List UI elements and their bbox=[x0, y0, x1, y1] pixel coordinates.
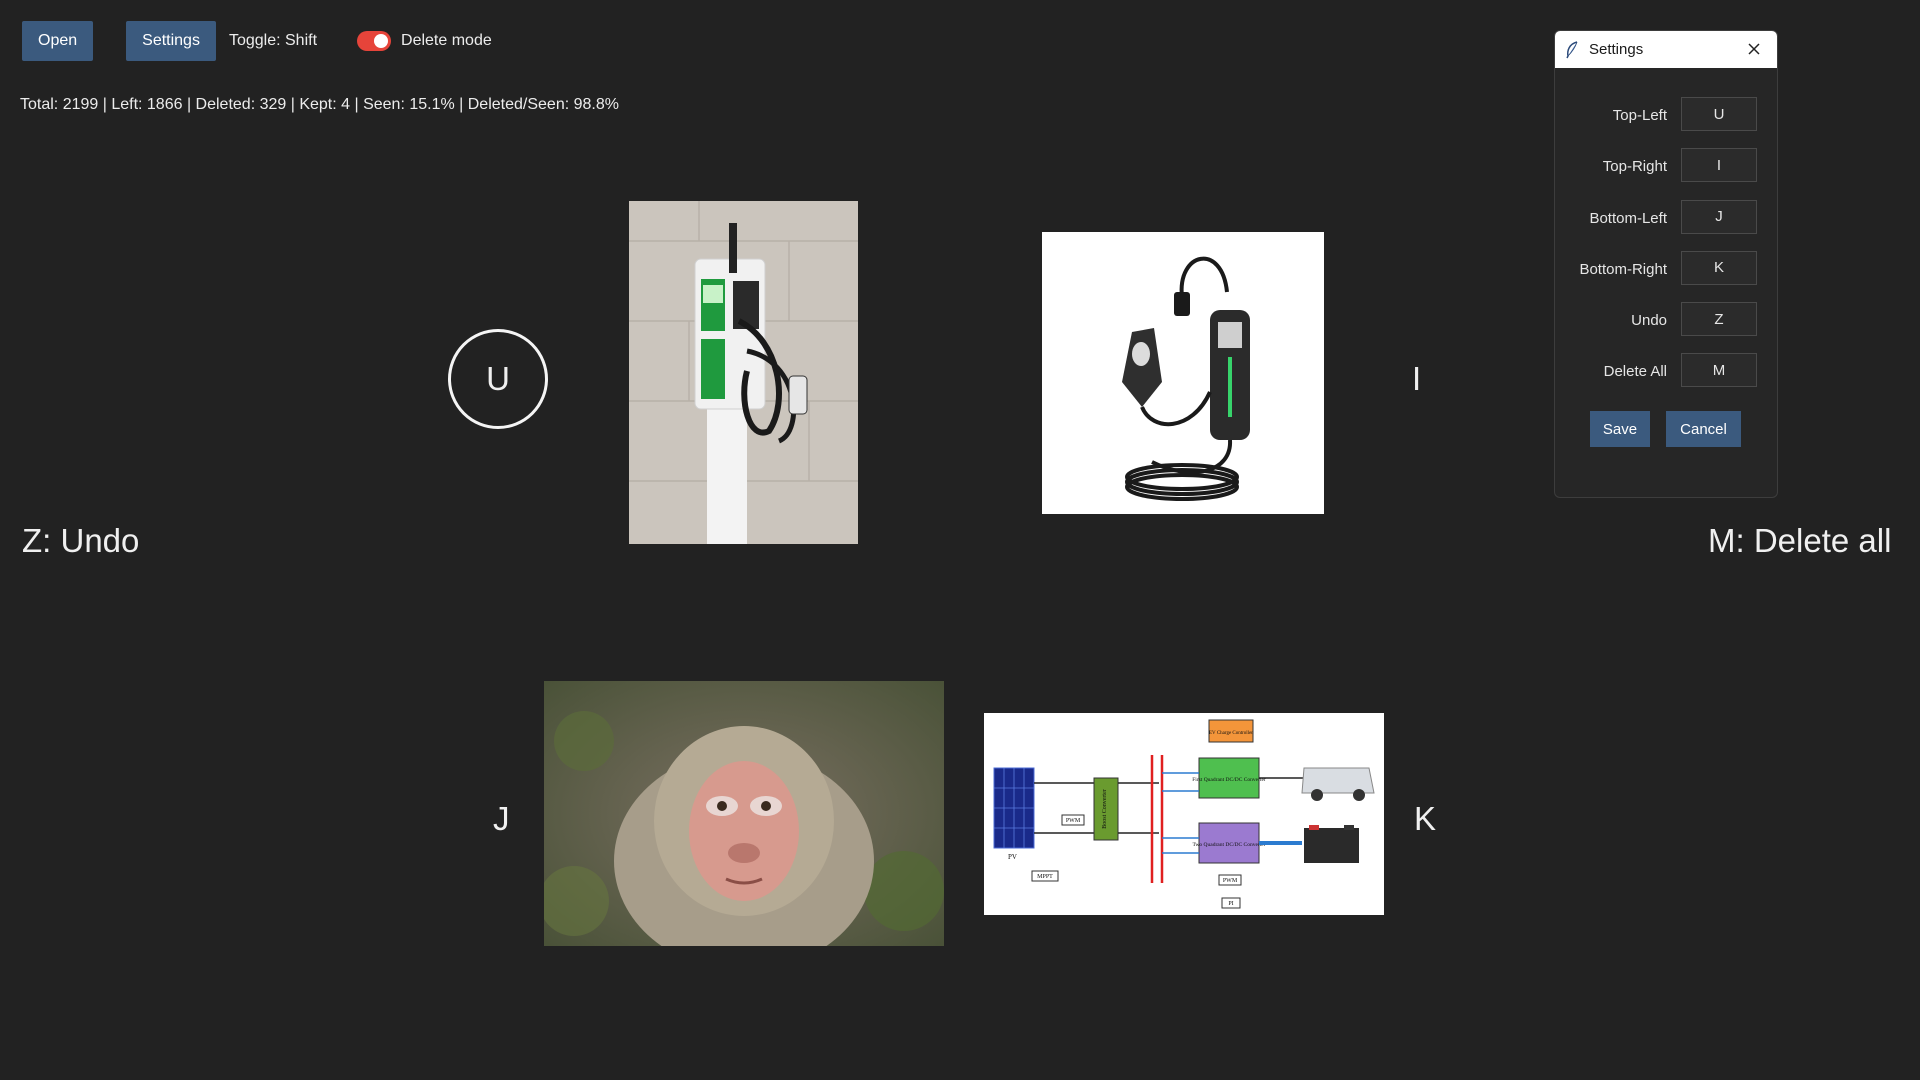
mppt-label: MPPT bbox=[1037, 874, 1053, 880]
settings-dialog: Settings Top-Left Top-Right Bottom-Left … bbox=[1554, 30, 1778, 498]
ev-station-illustration bbox=[629, 201, 858, 544]
top-right-image[interactable] bbox=[1042, 232, 1324, 514]
top-left-key-highlight: U bbox=[448, 329, 548, 429]
keybinding-label: Delete All bbox=[1603, 363, 1667, 381]
delete-all-hint: M: Delete all bbox=[1708, 522, 1892, 559]
feather-icon bbox=[1566, 40, 1578, 58]
pwm-label-right: PWM bbox=[1223, 878, 1238, 884]
pi-label: PI bbox=[1228, 901, 1233, 907]
keybinding-row-bottom-left: Bottom-Left bbox=[1555, 199, 1777, 251]
delete-mode-switch[interactable] bbox=[357, 31, 392, 51]
top-left-key-field[interactable] bbox=[1681, 97, 1757, 131]
open-button[interactable]: Open bbox=[22, 21, 94, 61]
keybinding-row-delete-all: Delete All bbox=[1555, 353, 1777, 404]
cancel-button[interactable]: Cancel bbox=[1666, 411, 1741, 447]
keybinding-label: Top-Right bbox=[1602, 158, 1667, 176]
bottom-left-key-label: J bbox=[493, 800, 510, 837]
keybinding-label: Bottom-Right bbox=[1579, 260, 1667, 278]
keybinding-label: Undo bbox=[1631, 312, 1667, 330]
settings-button[interactable]: Settings bbox=[126, 21, 216, 61]
keybinding-row-undo: Undo bbox=[1555, 302, 1777, 353]
bottom-left-key-field[interactable] bbox=[1681, 199, 1757, 234]
first-quadrant-label: First Quadrant DC/DC Converter bbox=[1192, 777, 1266, 783]
bottom-right-image[interactable]: PV Boost Converter PWM MPPT First Quadra… bbox=[984, 713, 1384, 915]
portable-charger-illustration bbox=[1042, 232, 1324, 514]
toggle-hint: Toggle: Shift bbox=[228, 32, 318, 49]
dialog-titlebar[interactable]: Settings bbox=[1555, 31, 1777, 68]
boost-converter-label: Boost Converter bbox=[1102, 789, 1108, 829]
bottom-left-image[interactable] bbox=[544, 681, 944, 946]
close-icon[interactable] bbox=[1745, 40, 1763, 58]
monkey-illustration bbox=[544, 681, 944, 946]
undo-key-field[interactable] bbox=[1681, 302, 1757, 337]
stats-line: Total: 2199 | Left: 1866 | Deleted: 329 … bbox=[20, 96, 619, 113]
undo-hint: Z: Undo bbox=[22, 522, 140, 559]
ev-charge-controller-label: EV Charge Controller bbox=[1209, 731, 1253, 736]
system-diagram-illustration: PV Boost Converter PWM MPPT First Quadra… bbox=[984, 713, 1384, 915]
top-left-key-label: U bbox=[486, 360, 510, 397]
pwm-label-left: PWM bbox=[1066, 818, 1081, 824]
keybinding-label: Top-Left bbox=[1612, 107, 1667, 124]
toolbar: Open Settings Toggle: Shift Delete mode bbox=[22, 21, 492, 61]
top-right-key-field[interactable] bbox=[1681, 148, 1757, 183]
keybinding-rows: Top-Left Top-Right Bottom-Left Bottom-Ri… bbox=[1555, 97, 1777, 405]
bottom-right-key-label: K bbox=[1414, 800, 1437, 837]
keybinding-row-top-right: Top-Right bbox=[1555, 148, 1777, 199]
pv-label: PV bbox=[1008, 853, 1017, 861]
top-right-key-label: I bbox=[1412, 360, 1422, 397]
delete-all-key-field[interactable] bbox=[1681, 353, 1757, 388]
keybinding-row-top-left: Top-Left bbox=[1555, 97, 1777, 148]
delete-mode-label[interactable]: Delete mode bbox=[401, 32, 492, 50]
keybinding-label: Bottom-Left bbox=[1589, 209, 1667, 227]
bottom-right-key-field[interactable] bbox=[1681, 250, 1757, 285]
keybinding-row-bottom-right: Bottom-Right bbox=[1555, 250, 1777, 302]
top-left-image[interactable] bbox=[629, 201, 858, 544]
switch-knob bbox=[374, 34, 389, 48]
dialog-title: Settings bbox=[1589, 41, 1644, 58]
two-quadrant-label: Two Quadrant DC/DC Converter bbox=[1192, 842, 1265, 848]
save-button[interactable]: Save bbox=[1590, 411, 1650, 447]
